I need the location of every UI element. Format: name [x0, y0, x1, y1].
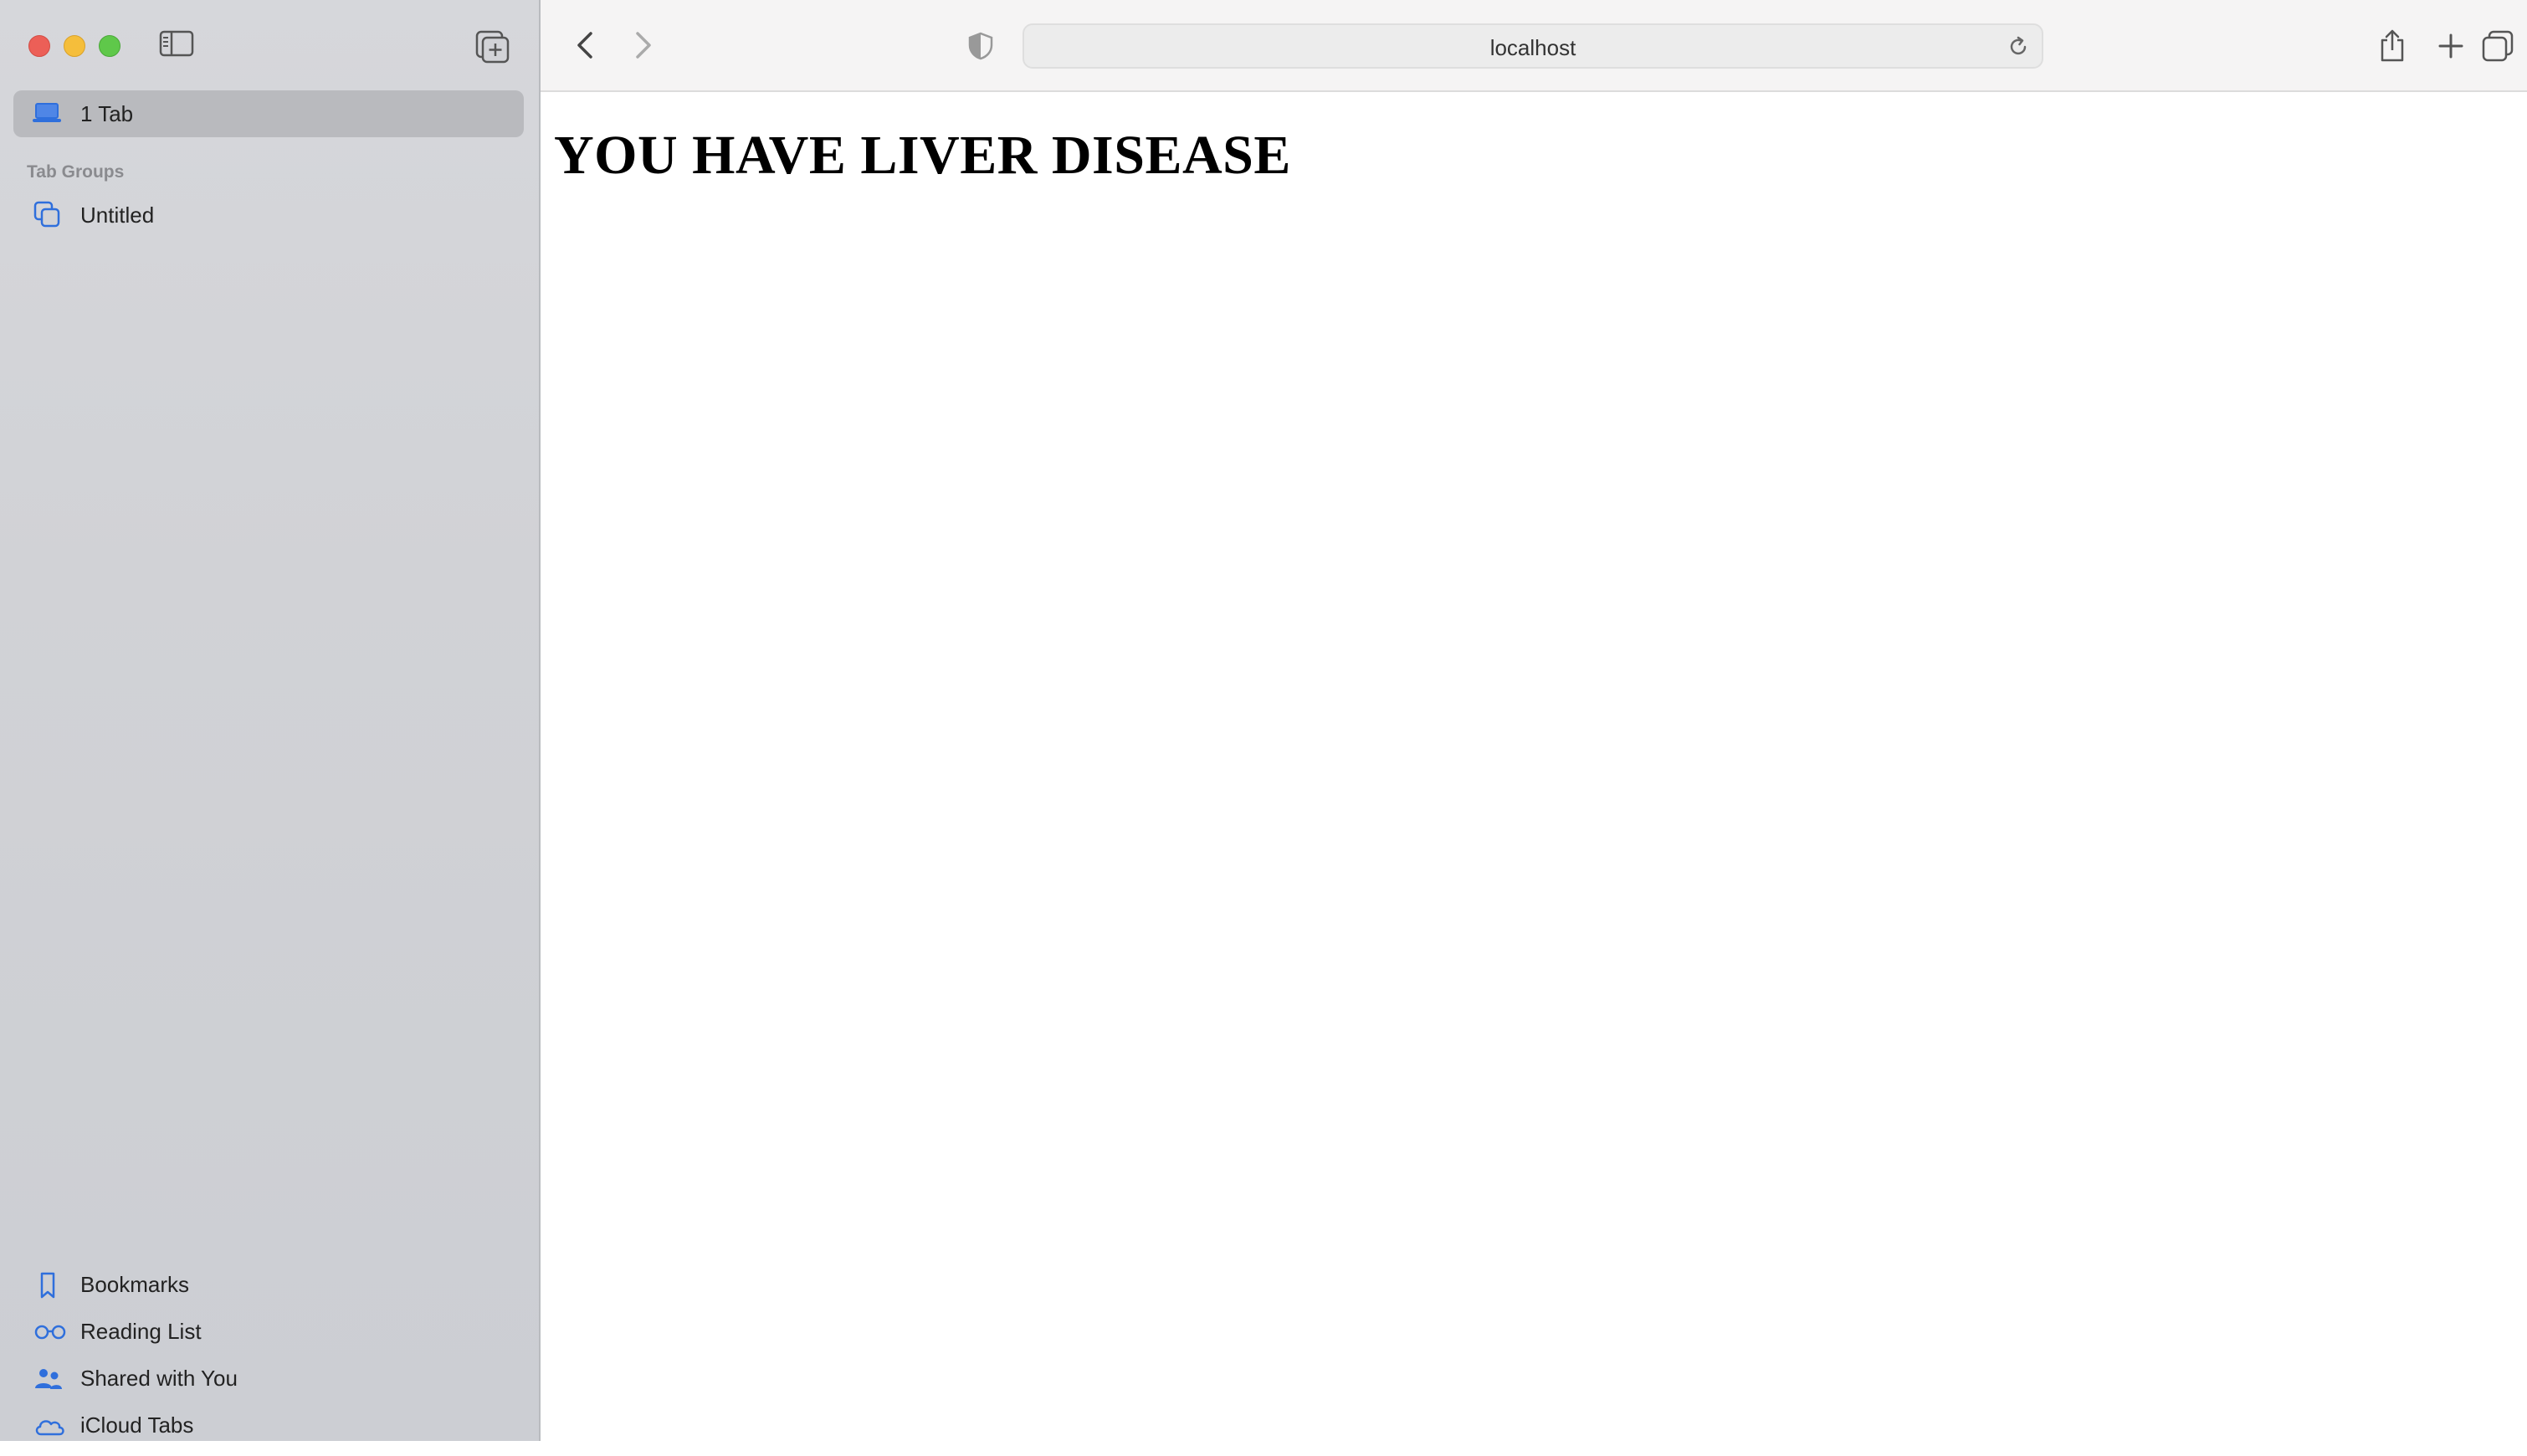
sidebar-item-label: iCloud Tabs — [80, 1412, 194, 1438]
reload-icon[interactable] — [2007, 35, 2030, 59]
zoom-window-button[interactable] — [99, 35, 120, 57]
sidebar: 1 Tab Tab Groups Untitled Bookmarks Read… — [0, 0, 541, 1441]
share-icon[interactable] — [2378, 28, 2407, 64]
address-bar[interactable]: localhost — [1023, 23, 2043, 69]
new-tab-group-icon[interactable] — [475, 30, 510, 64]
shared-with-you-icon — [33, 1366, 64, 1392]
sidebar-item-label: 1 Tab — [80, 101, 134, 126]
window-controls — [28, 35, 120, 57]
icloud-icon — [33, 1412, 64, 1439]
privacy-shield-icon[interactable] — [967, 32, 994, 60]
minimize-window-button[interactable] — [64, 35, 85, 57]
close-window-button[interactable] — [28, 35, 50, 57]
sidebar-bottom-list: Bookmarks Reading List Shared with You i… — [33, 1269, 519, 1456]
new-tab-icon[interactable] — [2437, 32, 2465, 60]
sidebar-toggle-icon[interactable] — [159, 30, 196, 59]
tab-group-icon — [33, 201, 62, 229]
sidebar-item-bookmarks[interactable]: Bookmarks — [33, 1269, 519, 1315]
laptop-icon — [32, 100, 62, 126]
sidebar-item-label: Bookmarks — [80, 1272, 190, 1297]
tab-groups-section-label: Tab Groups — [27, 162, 125, 182]
forward-icon[interactable] — [633, 28, 654, 62]
sidebar-item-label: Reading List — [80, 1319, 202, 1344]
reading-list-icon — [33, 1319, 66, 1346]
address-text: localhost — [1489, 35, 1576, 60]
sidebar-item-label: Shared with You — [80, 1366, 238, 1391]
sidebar-item-icloud-tabs[interactable]: iCloud Tabs — [33, 1409, 519, 1456]
sidebar-item-current-tabs[interactable]: 1 Tab — [13, 90, 524, 137]
browser-window: 1 Tab Tab Groups Untitled Bookmarks Read… — [0, 0, 2527, 1441]
browser-toolbar: localhost — [541, 0, 2527, 92]
tab-overview-icon[interactable] — [2482, 30, 2514, 62]
sidebar-item-reading-list[interactable]: Reading List — [33, 1315, 519, 1362]
back-icon[interactable] — [574, 28, 596, 62]
sidebar-item-untitled-group[interactable]: Untitled — [33, 197, 519, 231]
web-page-content: YOU HAVE LIVER DISEASE — [541, 92, 2527, 1441]
sidebar-item-label: Untitled — [80, 203, 155, 228]
page-heading: YOU HAVE LIVER DISEASE — [554, 125, 1291, 186]
bookmark-icon — [33, 1272, 64, 1299]
main-pane: localhost YOU HAVE LIVER DISEASE — [541, 0, 2527, 1441]
sidebar-item-shared-with-you[interactable]: Shared with You — [33, 1362, 519, 1409]
